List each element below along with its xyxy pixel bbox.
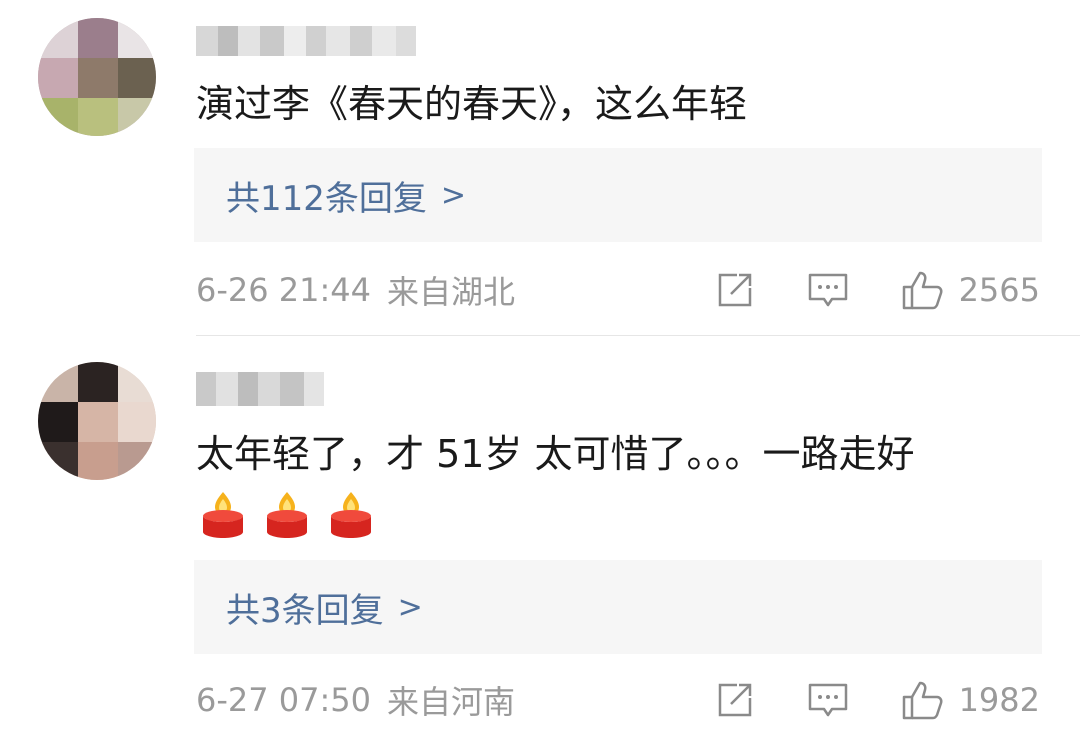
view-replies-button[interactable]: 共3条回复 > bbox=[194, 560, 1042, 654]
avatar-pixel bbox=[38, 442, 78, 480]
replies-label: 共112条回复 bbox=[226, 178, 427, 219]
comment-text: 太年轻了，才 51岁 太可惜了。。。一路走好 bbox=[196, 432, 915, 476]
avatar[interactable] bbox=[38, 18, 156, 136]
comment-icon[interactable] bbox=[807, 270, 849, 310]
avatar-pixel bbox=[78, 18, 118, 58]
comment-location: 来自河南 bbox=[387, 683, 516, 721]
avatar-pixel bbox=[118, 402, 156, 442]
view-replies-button[interactable]: 共112条回复 > bbox=[194, 148, 1042, 242]
like-button[interactable]: 2565 bbox=[901, 269, 1040, 311]
comment-location: 来自湖北 bbox=[387, 273, 516, 311]
avatar-pixel bbox=[38, 402, 78, 442]
avatar-pixel bbox=[118, 18, 156, 58]
avatar-pixel bbox=[38, 362, 78, 402]
candle-emoji bbox=[328, 490, 374, 538]
comment-time: 6-26 21:44 bbox=[196, 271, 372, 309]
avatar-pixel bbox=[78, 58, 118, 98]
comment-item: 太年轻了，才 51岁 太可惜了。。。一路走好 共3条回复 > 6-27 07:5… bbox=[0, 340, 1080, 741]
share-icon[interactable] bbox=[715, 270, 755, 310]
chevron-right-icon: > bbox=[440, 177, 467, 213]
comment-time: 6-27 07:50 bbox=[196, 681, 372, 719]
like-count: 1982 bbox=[958, 681, 1040, 719]
candle-emoji bbox=[264, 490, 310, 538]
candle-emoji bbox=[200, 490, 246, 538]
divider bbox=[196, 335, 1080, 336]
avatar-pixel bbox=[38, 98, 78, 136]
share-icon[interactable] bbox=[715, 680, 755, 720]
comment-meta: 6-27 07:50 来自河南 1982 bbox=[196, 678, 1040, 722]
avatar-pixel bbox=[38, 58, 78, 98]
avatar-pixel bbox=[118, 58, 156, 98]
avatar-pixel bbox=[78, 402, 118, 442]
avatar-pixel bbox=[78, 98, 118, 136]
thumbs-up-icon bbox=[902, 271, 943, 310]
avatar[interactable] bbox=[38, 362, 156, 480]
avatar-pixel bbox=[78, 362, 118, 402]
thumbs-up-icon bbox=[902, 681, 943, 720]
avatar-pixel bbox=[38, 18, 78, 58]
like-count: 2565 bbox=[958, 271, 1040, 309]
like-button[interactable]: 1982 bbox=[901, 679, 1040, 721]
comment-meta: 6-26 21:44 来自湖北 2565 bbox=[196, 268, 1040, 312]
username-blurred[interactable] bbox=[196, 372, 324, 406]
comment-actions: 1982 bbox=[715, 679, 1040, 721]
avatar-pixel bbox=[118, 98, 156, 136]
avatar-pixel bbox=[78, 442, 118, 480]
comment-text: 演过李《春天的春天》，这么年轻 bbox=[196, 82, 748, 126]
comment-item: 演过李《春天的春天》，这么年轻 共112条回复 > 6-26 21:44 来自湖… bbox=[0, 0, 1080, 336]
chevron-right-icon: > bbox=[397, 589, 423, 625]
replies-label: 共3条回复 bbox=[226, 590, 384, 631]
emoji-row bbox=[200, 490, 374, 538]
avatar-pixel bbox=[118, 442, 156, 480]
comment-actions: 2565 bbox=[715, 269, 1040, 311]
username-blurred[interactable] bbox=[196, 26, 416, 56]
comment-icon[interactable] bbox=[807, 680, 849, 720]
avatar-pixel bbox=[118, 362, 156, 402]
